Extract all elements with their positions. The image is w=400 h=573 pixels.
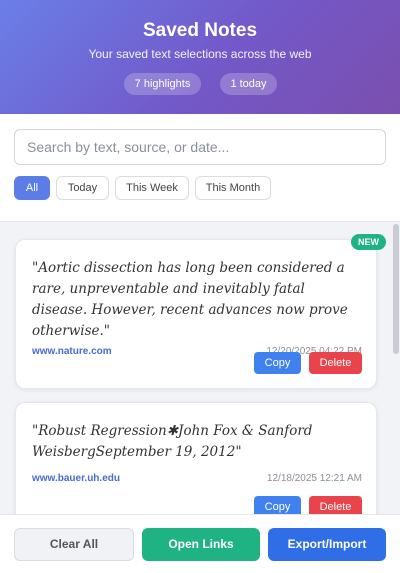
copy-button[interactable]: Copy [254,496,301,514]
open-links-button[interactable]: Open Links [142,528,260,561]
filter-today-button[interactable]: Today [56,176,109,200]
filter-this-month-button[interactable]: This Month [195,176,271,200]
clear-all-button[interactable]: Clear All [14,528,134,561]
notes-list[interactable]: "Aortic dissection has long been conside… [0,222,400,514]
page-subtitle: Your saved text selections across the we… [88,47,312,61]
note-date: 12/18/2025 12:21 AM [266,473,362,484]
action-footer: Clear All Open Links Export/Import [0,514,400,573]
note-card: "Aortic dissection has long been conside… [15,239,377,389]
note-quote: "Aortic dissection has long been conside… [32,260,348,339]
filter-panel: All Today This Week This Month [0,114,400,222]
copy-button[interactable]: Copy [254,352,301,374]
filter-this-week-button[interactable]: This Week [115,176,189,200]
delete-button[interactable]: Delete [309,496,362,514]
app-header: Saved Notes Your saved text selections a… [0,0,400,114]
export-import-button[interactable]: Export/Import [268,528,386,561]
search-input[interactable] [14,129,386,165]
today-count-badge: 1 today [220,73,277,95]
new-badge: NEW [351,234,386,250]
note-source-link[interactable]: www.nature.com [32,346,112,357]
scrollbar-thumb[interactable] [393,224,399,354]
note-card: "Robust Regression✱John Fox & Sanford We… [15,402,377,514]
filter-all-button[interactable]: All [14,176,50,200]
highlights-count-badge: 7 highlights [124,73,201,95]
note-source-link[interactable]: www.bauer.uh.edu [32,473,120,484]
delete-button[interactable]: Delete [309,352,362,374]
page-title: Saved Notes [142,20,258,41]
note-quote: "Robust Regression✱John Fox & Sanford We… [32,423,313,460]
